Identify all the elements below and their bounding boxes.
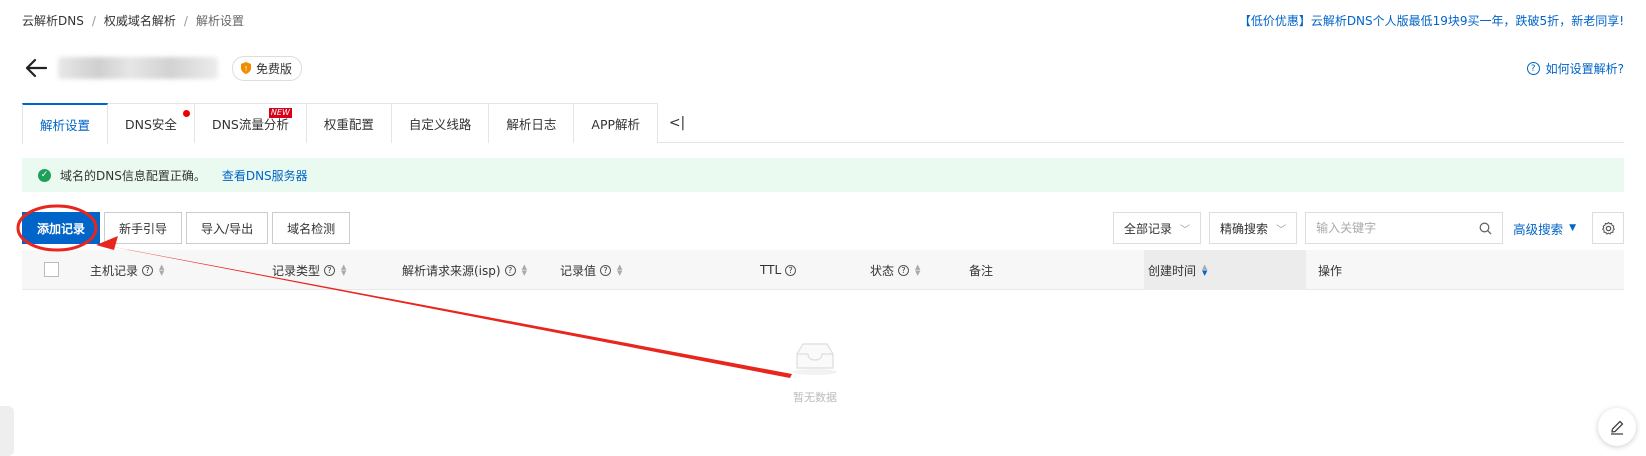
view-dns-servers-link[interactable]: 查看DNS服务器 — [222, 167, 308, 184]
breadcrumb-item-current: 解析设置 — [195, 14, 244, 28]
column-ttl[interactable]: TTL? — [760, 250, 797, 290]
tab-app-resolution[interactable]: APP解析 — [573, 103, 659, 143]
tab-resolution-logs[interactable]: 解析日志 — [488, 103, 575, 143]
search-input[interactable] — [1316, 221, 1480, 235]
column-label: 解析请求来源(isp) — [402, 263, 501, 278]
sort-icon[interactable]: ▲ ▼ — [617, 264, 622, 277]
svg-text:!: ! — [245, 65, 248, 73]
tab-bar: 解析设置 DNS安全 DNS流量分析 NEW 权重配置 自定义线路 解析日志 AP… — [22, 103, 1624, 144]
column-created-time[interactable]: 创建时间 ▲ ▼ — [1148, 250, 1207, 290]
tab-label: APP解析 — [591, 117, 641, 132]
chevron-down-icon: ﹀ — [1180, 224, 1191, 236]
column-label: 记录值 — [560, 263, 597, 278]
question-icon[interactable]: ? — [142, 264, 154, 276]
select-value: 精确搜索 — [1220, 221, 1269, 236]
side-panel-toggle[interactable] — [0, 406, 14, 456]
search-mode-select[interactable]: 精确搜索 ﹀ — [1209, 212, 1298, 244]
edition-badge: ! 免费版 — [232, 55, 303, 81]
column-remark: 备注 — [969, 250, 993, 290]
column-label: 状态 — [870, 263, 895, 278]
beginner-guide-button[interactable]: 新手引导 — [104, 212, 183, 244]
column-label: 记录类型 — [272, 263, 321, 278]
notification-dot — [182, 110, 190, 117]
records-table-header: 主机记录? ▲ ▼ 记录类型? ▲ ▼ 解析请求来源(isp)? ▲ ▼ 记录值? ▲ ▼ TT… — [22, 250, 1624, 290]
tab-label: 解析设置 — [40, 118, 91, 133]
question-icon: ? — [1526, 62, 1540, 75]
notice-text: 域名的DNS信息配置正确。 — [60, 168, 206, 183]
question-icon[interactable]: ? — [600, 264, 612, 276]
chevron-down-icon: ﹀ — [1276, 224, 1287, 236]
column-record-value[interactable]: 记录值? ▲ ▼ — [560, 250, 622, 290]
breadcrumb-item-authoritative[interactable]: 权威域名解析 — [104, 12, 176, 29]
back-arrow-icon[interactable] — [22, 54, 50, 82]
domain-check-button[interactable]: 域名检测 — [272, 212, 351, 244]
records-toolbar: 添加记录 新手引导 导入/导出 域名检测 全部记录 ﹀ 精确搜索 ﹀ 高级搜索 ▼ — [22, 212, 1624, 244]
dns-status-notice: ✓ 域名的DNS信息配置正确。 查看DNS服务器 — [22, 158, 1624, 192]
select-value: 全部记录 — [1124, 221, 1173, 236]
sort-icon[interactable]: ▲ ▼ — [1202, 264, 1207, 277]
select-all-checkbox[interactable] — [44, 262, 59, 277]
pencil-icon — [1611, 420, 1624, 435]
column-record-type[interactable]: 记录类型? ▲ ▼ — [272, 250, 346, 290]
tab-label: 自定义线路 — [408, 117, 472, 132]
column-label: 操作 — [1318, 263, 1343, 278]
column-label: 创建时间 — [1148, 263, 1197, 278]
sort-icon[interactable]: ▲ ▼ — [341, 264, 346, 277]
promo-link[interactable]: 【低价优惠】云解析DNS个人版最低19块9买一年，跌破5折，新老同享! — [1239, 12, 1624, 29]
breadcrumb-separator: / — [183, 13, 188, 28]
domain-name-redacted — [58, 57, 218, 79]
tab-label: 权重配置 — [323, 117, 374, 132]
search-icon[interactable] — [1479, 222, 1492, 235]
tab-weight-config[interactable]: 权重配置 — [305, 103, 392, 143]
record-filter-select[interactable]: 全部记录 ﹀ — [1113, 212, 1202, 244]
question-icon[interactable]: ? — [324, 264, 336, 276]
sort-icon[interactable]: ▲ ▼ — [915, 264, 920, 277]
question-icon[interactable]: ? — [898, 264, 910, 276]
toolbar-right: 全部记录 ﹀ 精确搜索 ﹀ 高级搜索 ▼ — [1113, 212, 1624, 244]
question-icon[interactable]: ? — [785, 264, 797, 276]
edit-feedback-button[interactable] — [1598, 408, 1636, 446]
add-record-button[interactable]: 添加记录 — [22, 212, 101, 244]
breadcrumb-separator: / — [91, 13, 96, 28]
help-link[interactable]: ? 如何设置解析? — [1526, 60, 1624, 77]
tab-label: 解析日志 — [506, 117, 557, 132]
check-circle-icon: ✓ — [38, 168, 51, 182]
column-actions: 操作 — [1318, 250, 1342, 290]
breadcrumb: 云解析DNS / 权威域名解析 / 解析设置 — [22, 12, 244, 29]
column-request-source[interactable]: 解析请求来源(isp)? ▲ ▼ — [402, 250, 527, 290]
breadcrumb-item-dns[interactable]: 云解析DNS — [22, 12, 84, 29]
tab-collapse-icon[interactable]: <| — [657, 103, 697, 143]
sort-icon[interactable]: ▲ ▼ — [522, 264, 527, 277]
advanced-search-toggle[interactable]: 高级搜索 ▼ — [1513, 219, 1576, 238]
search-box — [1305, 212, 1504, 244]
tab-custom-lines[interactable]: 自定义线路 — [390, 103, 490, 143]
gear-icon — [1601, 221, 1615, 235]
empty-state-text: 暂无数据 — [793, 391, 837, 404]
column-label: 主机记录 — [90, 263, 139, 278]
caret-down-icon: ▼ — [1569, 223, 1576, 233]
shield-icon: ! — [241, 62, 251, 74]
tab-resolution-settings[interactable]: 解析设置 — [22, 103, 109, 144]
column-label: 备注 — [969, 263, 994, 278]
tab-dns-security[interactable]: DNS安全 — [107, 103, 195, 143]
column-status[interactable]: 状态? ▲ ▼ — [870, 250, 920, 290]
edition-label: 免费版 — [256, 61, 293, 76]
empty-inbox-icon — [793, 343, 837, 375]
tab-label: DNS安全 — [125, 117, 177, 132]
column-label: TTL — [760, 263, 782, 277]
help-link-label: 如何设置解析? — [1545, 62, 1624, 76]
sort-icon[interactable]: ▲ ▼ — [159, 264, 164, 277]
settings-button[interactable] — [1592, 212, 1624, 244]
new-badge: NEW — [268, 108, 292, 118]
question-icon[interactable]: ? — [504, 264, 516, 276]
tab-dns-traffic-analysis[interactable]: DNS流量分析 NEW — [193, 103, 307, 143]
page-header: ! 免费版 — [22, 52, 303, 84]
column-host-record[interactable]: 主机记录? ▲ ▼ — [90, 250, 164, 290]
empty-state: 暂无数据 — [775, 340, 855, 405]
advanced-search-label: 高级搜索 — [1513, 221, 1564, 237]
import-export-button[interactable]: 导入/导出 — [186, 212, 269, 244]
